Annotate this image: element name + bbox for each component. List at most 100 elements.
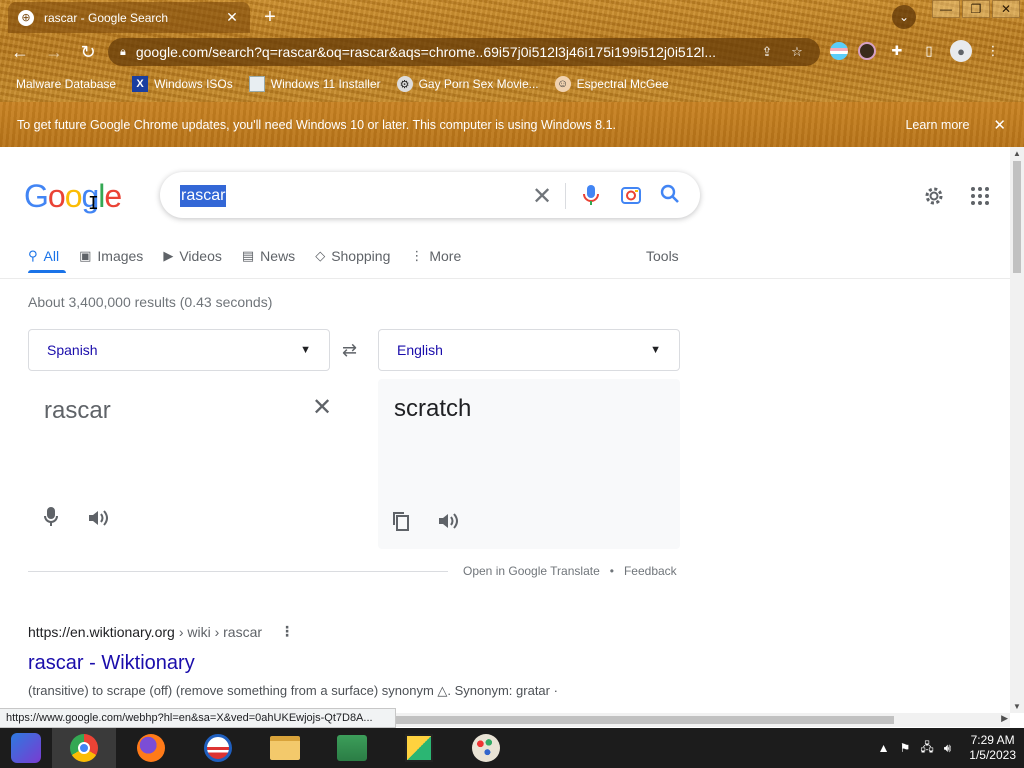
close-infobar-icon[interactable]: ✕: [993, 116, 1006, 134]
apps-grid-icon[interactable]: [970, 186, 990, 211]
newspaper-icon: ▤: [241, 248, 255, 263]
logo-letter: o: [64, 178, 83, 214]
pride-flag-extension-icon[interactable]: [830, 42, 848, 60]
taskbar-clock[interactable]: 7:29 AM 1/5/2023: [969, 733, 1016, 763]
start-button[interactable]: [0, 728, 52, 768]
search-box[interactable]: rascar ✕: [160, 172, 700, 218]
speaker-icon[interactable]: [88, 509, 110, 532]
browser-frame: ⊕ rascar - Google Search ✕ + ⌄ — ❐ ✕ ← →…: [0, 0, 1024, 102]
target-language-select[interactable]: English ▼: [378, 329, 680, 371]
google-logo[interactable]: Google: [24, 178, 122, 215]
tab-more[interactable]: ⋮ More: [410, 243, 461, 269]
bookmark-item[interactable]: Malware Database: [16, 77, 116, 91]
horizontal-scrollbar[interactable]: ▶: [396, 713, 1010, 727]
side-panel-icon[interactable]: ▯: [918, 40, 940, 62]
clear-source-icon[interactable]: ✕: [312, 393, 332, 422]
scrollbar-thumb[interactable]: [1013, 161, 1021, 273]
chrome-menu-icon[interactable]: ⋮: [982, 40, 1004, 62]
tab-shopping[interactable]: ◇ Shopping: [315, 243, 390, 269]
bookmark-item[interactable]: ☺ Espectral McGee: [554, 76, 669, 92]
tabs-divider: [0, 278, 1010, 279]
feedback-link[interactable]: Feedback: [624, 564, 677, 578]
address-url[interactable]: google.com/search?q=rascar&oq=rascar&aqs…: [136, 44, 748, 60]
result-url[interactable]: https://en.wiktionary.org › wiki › rasca…: [28, 623, 558, 640]
tab-label: Videos: [179, 248, 222, 264]
bookmark-label: Espectral McGee: [576, 77, 669, 91]
tab-all[interactable]: ⚲ All: [28, 243, 59, 269]
minimize-button[interactable]: —: [932, 0, 960, 18]
tab-images[interactable]: ▣ Images: [79, 243, 143, 269]
speaker-icon[interactable]: [438, 512, 460, 535]
source-text[interactable]: rascar: [44, 397, 111, 425]
taskbar-paint[interactable]: [454, 728, 518, 768]
bookmark-item[interactable]: X Windows ISOs: [132, 76, 233, 92]
network-icon[interactable]: 🖧︎: [920, 738, 933, 759]
active-tab-indicator: [28, 270, 66, 273]
taskbar-obama-app[interactable]: [186, 728, 250, 768]
bookmark-label: Gay Porn Sex Movie...: [418, 77, 539, 91]
tab-label: Shopping: [331, 248, 391, 264]
tab-search-button[interactable]: ⌄: [892, 5, 916, 29]
browser-tab[interactable]: ⊕ rascar - Google Search ✕: [8, 2, 250, 33]
copy-icon[interactable]: [392, 511, 410, 536]
swap-languages-icon[interactable]: ⇄: [342, 340, 357, 361]
tab-videos[interactable]: ▶ Videos: [163, 243, 222, 269]
taskbar-people-app[interactable]: [320, 728, 384, 768]
forward-button[interactable]: →: [40, 38, 68, 66]
scroll-up-arrow-icon[interactable]: ▲: [1013, 149, 1021, 158]
tab-label: More: [429, 248, 462, 264]
share-icon[interactable]: ⇪: [756, 44, 778, 60]
bookmark-label: Windows ISOs: [154, 77, 233, 91]
settings-gear-icon[interactable]: [922, 184, 946, 213]
more-options-icon[interactable]: ⋮: [280, 623, 294, 640]
microphone-icon[interactable]: [44, 507, 58, 532]
taskbar-3d-app[interactable]: [387, 728, 451, 768]
bookmark-item[interactable]: Windows 11 Installer: [248, 76, 381, 92]
clock-time: 7:29 AM: [970, 733, 1015, 747]
target-language-label: English: [397, 342, 443, 358]
result-title-link[interactable]: rascar - Wiktionary: [28, 652, 558, 675]
taskbar-firefox[interactable]: [119, 728, 183, 768]
clear-search-icon[interactable]: ✕: [532, 182, 552, 211]
learn-more-link[interactable]: Learn more: [905, 118, 969, 132]
microphone-icon[interactable]: [582, 184, 600, 211]
scrollbar-thumb[interactable]: [396, 716, 894, 724]
result-site[interactable]: https://en.wiktionary.org: [28, 624, 175, 640]
source-text-panel[interactable]: rascar ✕: [28, 379, 348, 549]
scroll-down-arrow-icon[interactable]: ▼: [1013, 702, 1021, 711]
result-snippet: (transitive) to scrape (off) (remove som…: [28, 683, 558, 698]
avatar-extension-icon[interactable]: [858, 42, 876, 60]
volume-icon[interactable]: 🔊︎: [944, 741, 952, 756]
tag-icon: ◇: [315, 248, 326, 263]
source-language-select[interactable]: Spanish ▼: [28, 329, 330, 371]
taskbar-file-explorer[interactable]: [253, 728, 317, 768]
close-tab-icon[interactable]: ✕: [224, 9, 240, 26]
action-center-flag-icon[interactable]: ⚑: [900, 741, 911, 755]
bookmark-star-icon[interactable]: ☆: [786, 44, 808, 60]
tools-button[interactable]: Tools: [646, 248, 679, 264]
scroll-right-arrow-icon[interactable]: ▶: [1001, 713, 1008, 724]
back-button[interactable]: ←: [6, 38, 34, 66]
puzzle-extensions-icon[interactable]: ✚: [886, 40, 908, 62]
show-hidden-icons-icon[interactable]: ▲: [878, 741, 890, 755]
profile-icon[interactable]: ●: [950, 40, 972, 62]
bookmark-item[interactable]: ⚙ Gay Porn Sex Movie...: [396, 76, 539, 92]
address-bar[interactable]: 🔒︎ google.com/search?q=rascar&oq=rascar&…: [108, 38, 820, 66]
result-breadcrumbs[interactable]: › wiki › rascar: [179, 624, 262, 640]
restore-button[interactable]: ❐: [962, 0, 990, 18]
new-tab-button[interactable]: +: [260, 6, 280, 29]
link-status-bar: https://www.google.com/webhp?hl=en&sa=X&…: [0, 708, 396, 728]
taskbar-chrome[interactable]: [52, 728, 116, 768]
vertical-scrollbar[interactable]: ▲ ▼: [1010, 147, 1024, 713]
open-in-translate-link[interactable]: Open in Google Translate: [463, 564, 600, 578]
dropdown-caret-icon: ▼: [650, 344, 661, 356]
reload-button[interactable]: ↻: [74, 38, 102, 66]
tab-news[interactable]: ▤ News: [242, 243, 295, 269]
camera-lens-icon[interactable]: [620, 184, 642, 211]
people-icon: [337, 735, 367, 761]
search-icon[interactable]: [660, 184, 680, 209]
lock-icon[interactable]: 🔒︎: [120, 46, 126, 59]
close-window-button[interactable]: ✕: [992, 0, 1020, 18]
bookmarks-bar: Malware Database X Windows ISOs Windows …: [0, 72, 1024, 96]
search-input[interactable]: rascar: [180, 185, 227, 207]
